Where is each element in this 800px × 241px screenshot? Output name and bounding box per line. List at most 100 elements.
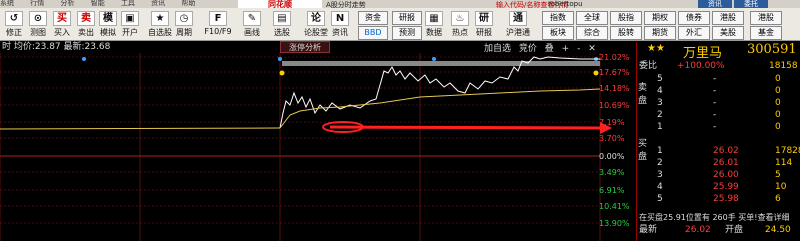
menu-item-help[interactable]: 帮助	[181, 0, 195, 7]
menu-item-news[interactable]: 资讯	[151, 0, 165, 7]
toolbar-icon-13: ▦	[425, 11, 443, 26]
weibi-row: 委比 +100.00% 18158	[637, 61, 800, 72]
buy-lvl: 3	[657, 170, 663, 180]
toolbar-button-2[interactable]: 买买入	[50, 11, 74, 38]
toolbar-button-7[interactable]: ◷ 周期	[172, 11, 196, 38]
toolbar-icon-8: F	[209, 11, 227, 26]
news-window-button[interactable]: 资讯	[698, 0, 732, 8]
trade-window-button[interactable]: 委托	[734, 0, 768, 8]
buy-row[interactable]: 4 25.99 10	[637, 182, 800, 193]
open-value: 24.50	[765, 225, 791, 235]
menu-item-smart[interactable]: 智能	[91, 0, 105, 7]
sell-row[interactable]: 3 - 0	[637, 98, 800, 109]
toolbar-icon-3: 卖	[77, 11, 95, 26]
toolbar-label-10: 选股	[274, 28, 290, 37]
toolbar-icon-4: 模	[99, 11, 117, 26]
pct-label: 10.69%	[599, 101, 630, 110]
toolbar-icon-0: ↺	[5, 11, 23, 26]
toolbar-button-13[interactable]: ▦ 数据	[422, 11, 446, 38]
market-box-extra_top[interactable]: 港股	[750, 11, 782, 25]
menu-item-tools[interactable]: 工具	[121, 0, 135, 7]
toolbar-button-1[interactable]: ⊙ 测图	[26, 11, 50, 38]
avg-line-early	[0, 127, 281, 130]
buy-row[interactable]: 5 25.98 6	[637, 194, 800, 205]
latest-value: 26.02	[685, 225, 711, 235]
sell-price: -	[713, 110, 717, 120]
limit-dot	[279, 70, 285, 76]
toolbar-label-4: 模拟	[100, 28, 116, 37]
toolbar-icon-11: 论	[307, 11, 325, 26]
market-box-1-1[interactable]: 综合	[576, 26, 608, 40]
sell-row[interactable]: 5 - 0	[637, 74, 800, 85]
stock-name: 万里马	[683, 46, 723, 61]
toolbar-button-9[interactable]: ✎ 画线	[240, 11, 264, 38]
toolbar-button-5[interactable]: ▣ 开户	[118, 11, 142, 38]
sell-price: -	[713, 122, 717, 132]
menu-item-quote[interactable]: 行情	[30, 0, 44, 7]
market-box-extra_bottom[interactable]: 基金	[750, 26, 782, 40]
toolbar-label-5: 开户	[122, 28, 138, 37]
pct-label: 10.41%	[599, 202, 630, 211]
sell-lvl: 2	[657, 110, 663, 120]
toolbar-button-3[interactable]: 卖卖出	[74, 11, 98, 38]
stock-code: 300591	[747, 42, 797, 57]
buy-row[interactable]: 1 26.02 17828	[637, 146, 800, 157]
sell-row[interactable]: 2 - 0	[637, 110, 800, 121]
sell-vol: 0	[775, 74, 781, 84]
toolbar-icon-10: ▤	[273, 11, 291, 26]
marker-dot	[432, 57, 436, 61]
market-box-1-3[interactable]: 期货	[644, 26, 676, 40]
buy-row[interactable]: 2 26.01 114	[637, 158, 800, 169]
limit-band	[282, 61, 600, 66]
quick-box-2[interactable]: BBD	[358, 26, 388, 40]
market-box-1-0[interactable]: 板块	[542, 26, 574, 40]
market-box-0-5[interactable]: 港股	[712, 11, 744, 25]
market-box-1-2[interactable]: 股转	[610, 26, 642, 40]
toolbar-button-12[interactable]: N 资讯	[328, 11, 352, 38]
quick-box-3[interactable]: 预测	[392, 26, 422, 40]
buy-price: 26.01	[713, 158, 739, 168]
toolbar-button-10[interactable]: ▤ 选股	[270, 11, 294, 38]
pct-label: 3.49%	[599, 168, 625, 177]
sell-price: -	[713, 86, 717, 96]
latest-label: 最新	[639, 225, 658, 235]
rating-stars-icon: ★★	[647, 43, 665, 54]
market-box-1-4[interactable]: 外汇	[678, 26, 710, 40]
toolbar-button-4[interactable]: 模模拟	[96, 11, 120, 38]
toolbar-button-16[interactable]: 通沪港通	[502, 11, 534, 38]
quick-box-1[interactable]: 研报	[392, 11, 422, 25]
market-box-0-2[interactable]: 股指	[610, 11, 642, 25]
latest-row: 最新 26.02 开盘 24.50	[637, 225, 800, 236]
market-box-0-1[interactable]: 全球	[576, 11, 608, 25]
pct-label: 6.91%	[599, 186, 625, 195]
weibi-label: 委比	[639, 61, 658, 71]
limit-up-analysis-tab[interactable]: 涨停分析	[280, 41, 330, 53]
big-order-notice[interactable]: 在买盘25.91位置有 260手 买单!查看详细	[637, 212, 800, 223]
pct-label: 0.00%	[599, 152, 625, 161]
buy-price: 26.00	[713, 170, 739, 180]
buy-vol: 6	[775, 194, 781, 204]
menu-bar: 系统 行情 分析 智能 工具 资讯 帮助	[0, 0, 800, 8]
buy-lvl: 5	[657, 194, 663, 204]
toolbar-icon-1: ⊙	[29, 11, 47, 26]
chart-price-info: 时 均价:23.87 最新:23.68	[2, 42, 111, 52]
buy-row[interactable]: 3 26.00 5	[637, 170, 800, 181]
market-box-1-5[interactable]: 美股	[712, 26, 744, 40]
toolbar-button-14[interactable]: ♨ 热点	[448, 11, 472, 38]
sell-row[interactable]: 1 - 0	[637, 122, 800, 133]
toolbar-icon-5: ▣	[121, 11, 139, 26]
toolbar-button-8[interactable]: F F10/F9	[202, 11, 234, 36]
sell-row[interactable]: 4 - 0	[637, 86, 800, 97]
market-box-0-0[interactable]: 指数	[542, 11, 574, 25]
menu-item-system[interactable]: 系统	[0, 0, 14, 7]
quick-box-0[interactable]: 资金	[358, 11, 388, 25]
toolbar-button-0[interactable]: ↺ 修正	[2, 11, 26, 38]
market-box-0-3[interactable]: 期权	[644, 11, 676, 25]
menu-item-analysis[interactable]: 分析	[60, 0, 74, 7]
toolbar-button-15[interactable]: 研研报	[472, 11, 496, 38]
intraday-chart[interactable]: 21.02% 17.67% 14.18% 10.69% 7.19% 3.70% 0.00% 3…	[0, 53, 632, 241]
toolbar-icon-9: ✎	[243, 11, 261, 26]
market-box-0-4[interactable]: 债券	[678, 11, 710, 25]
buy-side-label: 买盘	[638, 139, 648, 162]
open-label: 开盘	[725, 225, 744, 235]
